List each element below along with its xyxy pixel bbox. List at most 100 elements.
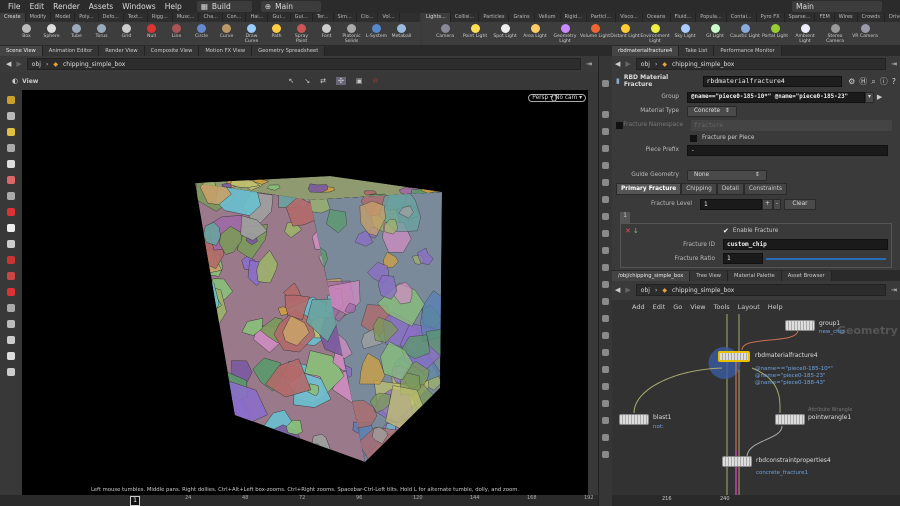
shelf-tab-modify[interactable]: Modify bbox=[26, 13, 52, 22]
tool-area-light[interactable]: Area Light bbox=[520, 22, 550, 45]
menu-windows[interactable]: Windows bbox=[122, 2, 155, 11]
add-level-button[interactable]: + bbox=[762, 198, 773, 210]
context2-select[interactable]: Main bbox=[792, 1, 882, 12]
tab-material-palette[interactable]: Material Palette bbox=[728, 271, 782, 281]
pose-tool-icon[interactable] bbox=[7, 144, 15, 152]
clear-button[interactable]: Clear bbox=[783, 198, 816, 210]
tool-portal-light[interactable]: Portal Light bbox=[760, 22, 790, 45]
enable-fracture-checkbox[interactable]: ✔ bbox=[723, 227, 729, 235]
remove-level-button[interactable]: - bbox=[772, 198, 781, 210]
tool-null[interactable]: Null bbox=[139, 22, 164, 45]
shelf-tab-model[interactable]: Model bbox=[51, 13, 76, 22]
shelf-tab-fem[interactable]: FEM bbox=[815, 13, 835, 22]
tab-network[interactable]: /obj/chipping_simple_box bbox=[612, 271, 691, 281]
shelf-tab-hai[interactable]: Hai... bbox=[246, 13, 269, 22]
remove-instance-icon[interactable]: ✕ bbox=[625, 227, 631, 235]
tool-platonic-solids[interactable]: Platonic Solids bbox=[339, 22, 364, 45]
shelf-tab-con[interactable]: Con... bbox=[223, 13, 247, 22]
menu-edit[interactable]: Edit bbox=[30, 2, 45, 11]
fracture-id-field[interactable]: custom_chip bbox=[723, 239, 888, 250]
rotate-tool-icon[interactable] bbox=[7, 176, 15, 184]
tumble-tool-icon[interactable] bbox=[7, 272, 15, 280]
zoom-tool-icon[interactable] bbox=[7, 288, 15, 296]
tool-grid[interactable]: Grid bbox=[114, 22, 139, 45]
shelf-tab-gui[interactable]: Gui... bbox=[291, 13, 313, 22]
tab-animation-editor[interactable]: Animation Editor bbox=[42, 46, 100, 56]
operation-icon[interactable] bbox=[602, 145, 609, 152]
pin-icon[interactable]: ⇥ bbox=[891, 286, 897, 294]
fracture-level-field[interactable]: 1 bbox=[700, 198, 762, 210]
namespace-toggle[interactable] bbox=[616, 121, 623, 129]
shelf-tab-fluid[interactable]: Fluid... bbox=[671, 13, 697, 22]
handle-icon[interactable]: ⇄ bbox=[320, 77, 326, 85]
paint-tool-icon[interactable] bbox=[7, 128, 15, 136]
light-tool-icon[interactable] bbox=[7, 320, 15, 328]
shelf-tab-cha[interactable]: Cha... bbox=[199, 13, 223, 22]
material-type-menu[interactable]: Concrete ⇕ bbox=[687, 105, 737, 117]
context-select[interactable]: ⊕ Main bbox=[260, 1, 321, 12]
shelf-tab-popula[interactable]: Popula... bbox=[696, 13, 727, 22]
shelf-tab-particles[interactable]: Particles bbox=[479, 13, 510, 22]
tab-render-view[interactable]: Render View bbox=[99, 46, 145, 56]
tab-performance-monitor[interactable]: Performance Monitor bbox=[714, 46, 782, 56]
operation-icon[interactable] bbox=[602, 230, 609, 237]
operation-icon[interactable] bbox=[602, 451, 609, 458]
back-arrow-icon[interactable]: ◀ bbox=[6, 60, 11, 68]
node-rbdconstraintproperties4[interactable] bbox=[722, 456, 752, 467]
tool-ambient-light[interactable]: Ambient Light bbox=[790, 22, 820, 45]
operation-icon[interactable] bbox=[602, 332, 609, 339]
shelf-tab-lights[interactable]: Lights... bbox=[422, 13, 451, 22]
tool-l-system[interactable]: L-System bbox=[364, 22, 389, 45]
operation-icon[interactable] bbox=[602, 400, 609, 407]
viewport[interactable]: Persp ▾ No cam ▾ Left mouse tumbles. Mid… bbox=[22, 90, 588, 495]
shelf-tab-gui[interactable]: Gui... bbox=[268, 13, 291, 22]
pin-icon[interactable]: ⇥ bbox=[891, 60, 897, 68]
operation-icon[interactable] bbox=[602, 349, 609, 356]
insert-instance-icon[interactable]: ↓ bbox=[633, 227, 639, 235]
node-name-field[interactable]: rbdmaterialfracture4 bbox=[702, 75, 843, 87]
tool-line[interactable]: Line bbox=[164, 22, 189, 45]
operation-icon[interactable] bbox=[602, 213, 609, 220]
tab-rbdmaterialfracture4[interactable]: rbdmaterialfracture4 bbox=[612, 46, 680, 56]
param-path-field[interactable]: obj › ◆ chipping_simple_box bbox=[635, 58, 887, 70]
tool-metaball[interactable]: Metaball bbox=[389, 22, 414, 45]
handle-tool-icon[interactable] bbox=[7, 224, 15, 232]
snap-tool-icon[interactable] bbox=[7, 304, 15, 312]
group-dropdown[interactable]: ▾ bbox=[865, 91, 874, 103]
tab-geometry-spreadsheet[interactable]: Geometry Spreadsheet bbox=[252, 46, 326, 56]
operation-icon[interactable] bbox=[602, 383, 609, 390]
tool-curve[interactable]: Curve bbox=[214, 22, 239, 45]
tool-environment-light[interactable]: Environment Light bbox=[640, 22, 670, 45]
camera-menu[interactable]: No cam ▾ bbox=[551, 94, 586, 102]
shelf-tab-text[interactable]: Text... bbox=[124, 13, 148, 22]
menu-file[interactable]: File bbox=[8, 2, 21, 11]
operation-icon[interactable] bbox=[602, 366, 609, 373]
namespace-field[interactable]: fracture bbox=[691, 119, 892, 131]
tool-path[interactable]: Path bbox=[264, 22, 289, 45]
tool-camera[interactable]: Camera bbox=[430, 22, 460, 45]
network-editor[interactable]: Add Edit Go View Tools Layout Help Geometry gr… bbox=[612, 300, 900, 506]
fracture-ratio-slider[interactable] bbox=[766, 257, 886, 260]
shelf-tab-visco[interactable]: Visco... bbox=[616, 13, 643, 22]
camera-tool-icon[interactable] bbox=[7, 336, 15, 344]
shelf-tab-clo[interactable]: Clo... bbox=[357, 13, 379, 22]
shelf-tab-oceans[interactable]: Oceans bbox=[643, 13, 671, 22]
menu-help[interactable]: Help bbox=[165, 2, 182, 11]
forward-arrow-icon[interactable]: ▶ bbox=[625, 60, 630, 68]
tab-detail[interactable]: Detail bbox=[716, 183, 744, 195]
operation-icon[interactable] bbox=[602, 179, 609, 186]
lock-tool-icon[interactable] bbox=[7, 112, 15, 120]
node-action-icons[interactable]: ⚙Ⓗ⌕ⓘ? bbox=[848, 76, 900, 87]
tool-caustic-light[interactable]: Caustic Light bbox=[730, 22, 760, 45]
operation-icon[interactable] bbox=[602, 417, 609, 424]
tool-spot-light[interactable]: Spot Light bbox=[490, 22, 520, 45]
shelf-tab-defo[interactable]: Defo... bbox=[99, 13, 124, 22]
magnet-tool-icon[interactable] bbox=[7, 240, 15, 248]
multiparm-tab-1[interactable]: 1 bbox=[620, 212, 630, 223]
grid-tool-icon[interactable] bbox=[7, 368, 15, 376]
prefix-field[interactable]: - bbox=[687, 144, 888, 156]
select-tool-icon[interactable] bbox=[7, 96, 15, 104]
snap-icon[interactable]: ✣ bbox=[335, 77, 346, 85]
shelf-tab-poly[interactable]: Poly... bbox=[75, 13, 99, 22]
shelf-tab-create[interactable]: Create bbox=[0, 13, 26, 22]
